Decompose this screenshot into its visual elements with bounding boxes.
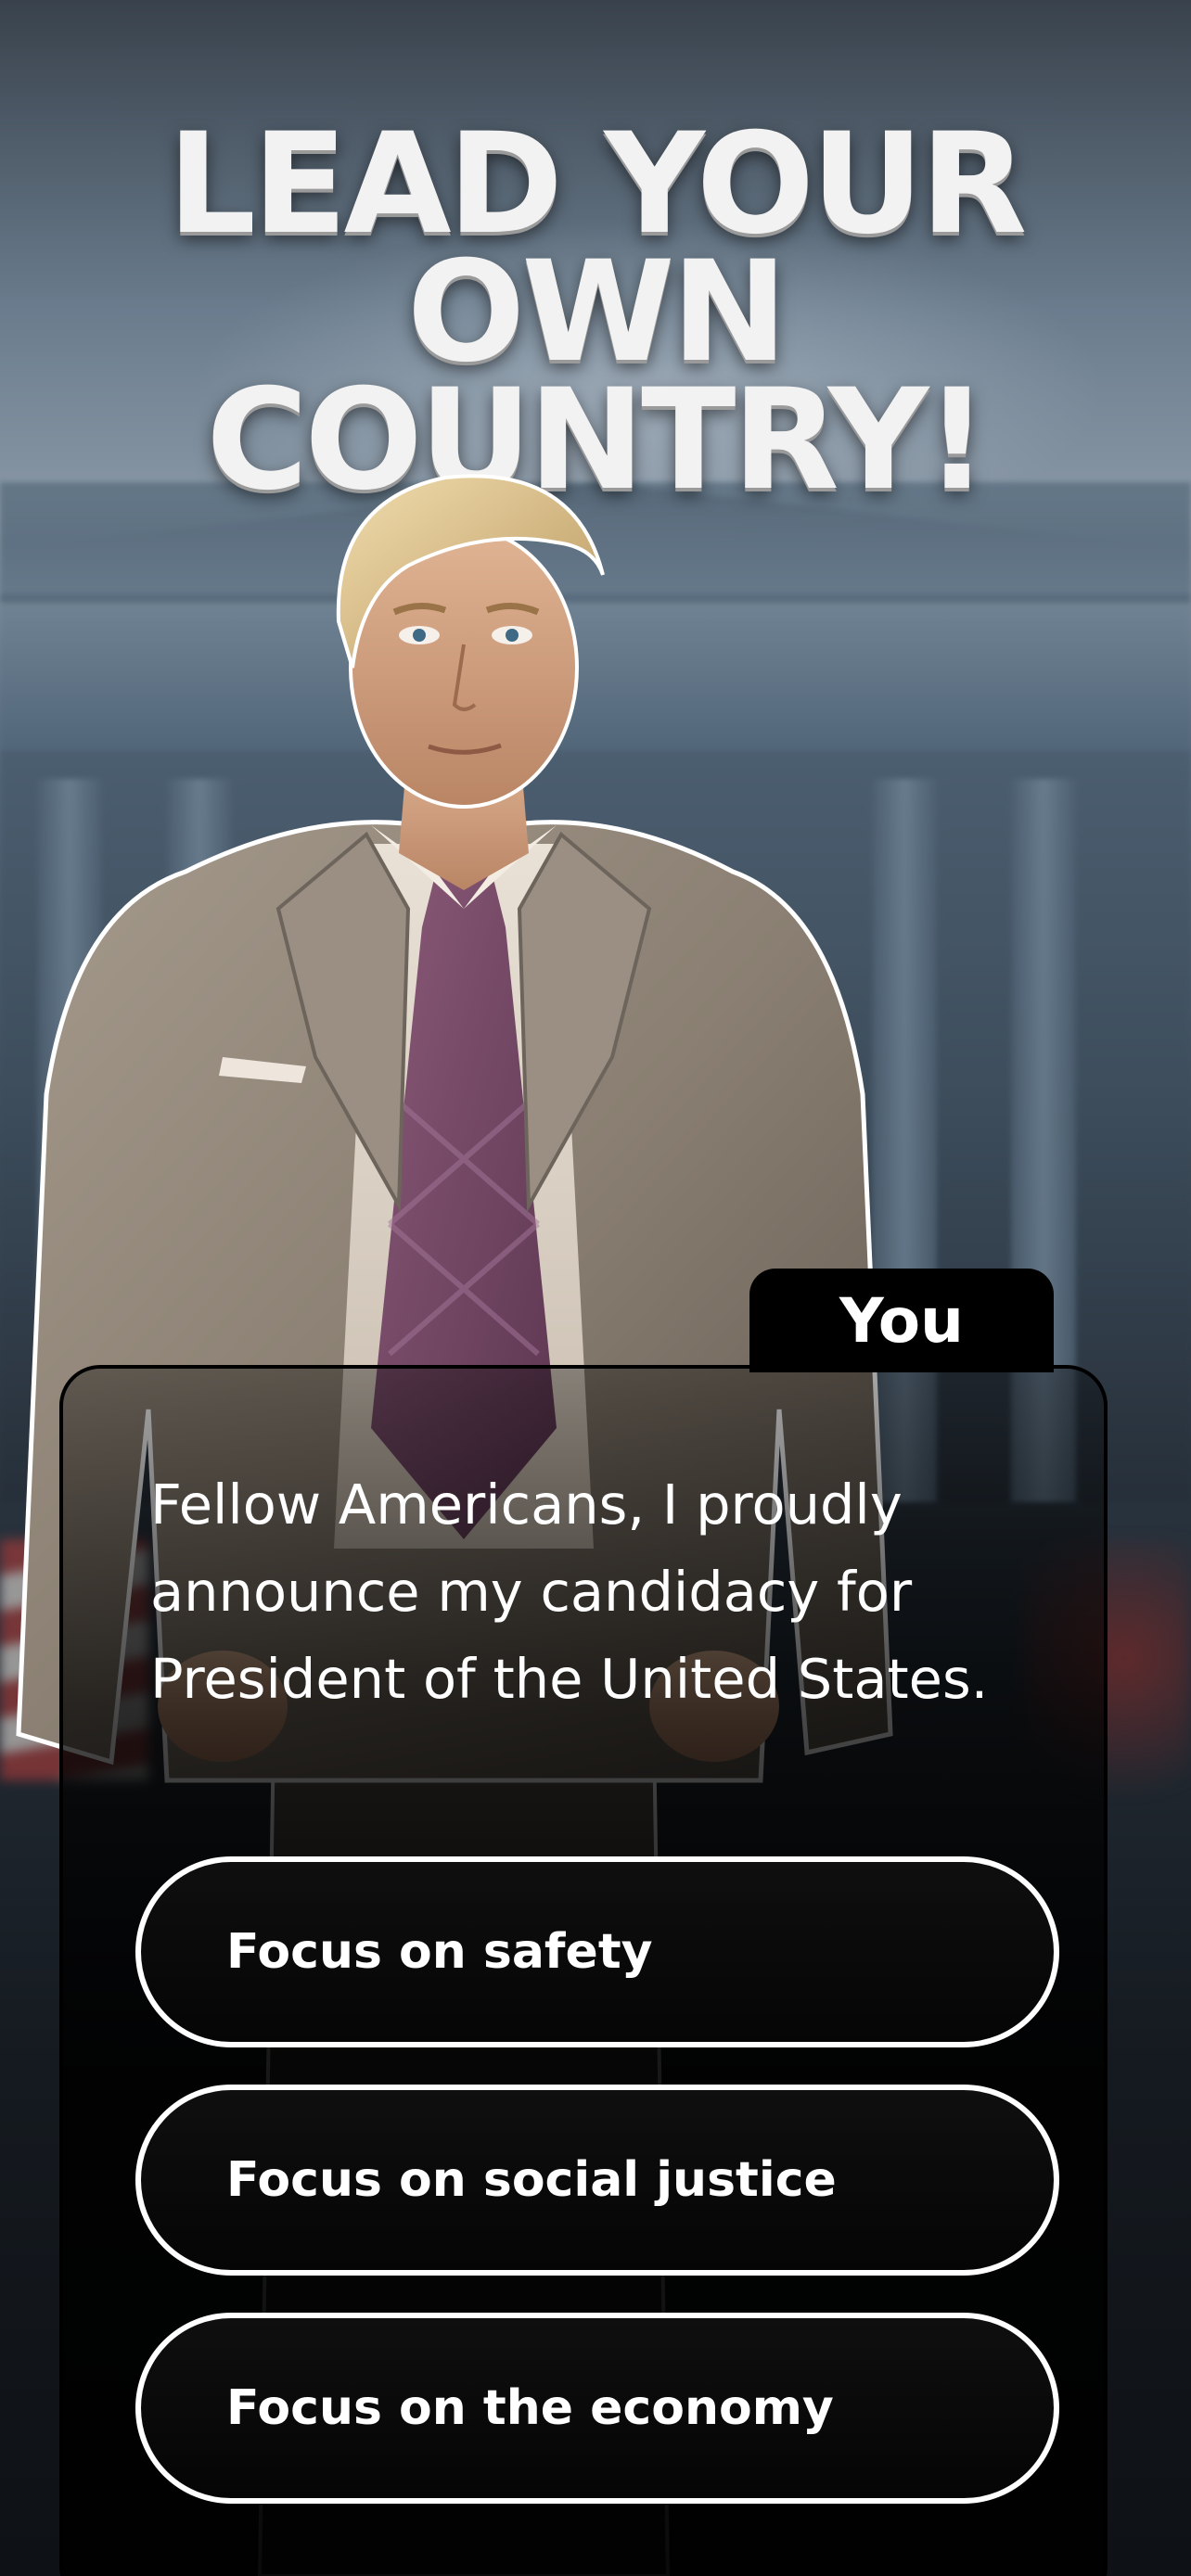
dialog-text: Fellow Americans, I proudly announce my … xyxy=(150,1473,989,1711)
speaker-name-tab: You xyxy=(749,1269,1054,1372)
choice-button-social-justice[interactable]: Focus on social justice xyxy=(135,2085,1059,2276)
choice-button-economy[interactable]: Focus on the economy xyxy=(135,2313,1059,2504)
choice-button-safety[interactable]: Focus on safety xyxy=(135,1856,1059,2047)
choice-label: Focus on the economy xyxy=(226,2380,834,2436)
dialog-panel: Fellow Americans, I proudly announce my … xyxy=(59,1365,1108,2576)
choice-label: Focus on safety xyxy=(226,1924,653,1980)
choice-label: Focus on social justice xyxy=(226,2152,837,2208)
app-screen: LEAD YOUR OWN COUNTRY! You Fellow Americ… xyxy=(0,0,1191,2576)
headline-line-1: LEAD YOUR xyxy=(167,104,1028,265)
